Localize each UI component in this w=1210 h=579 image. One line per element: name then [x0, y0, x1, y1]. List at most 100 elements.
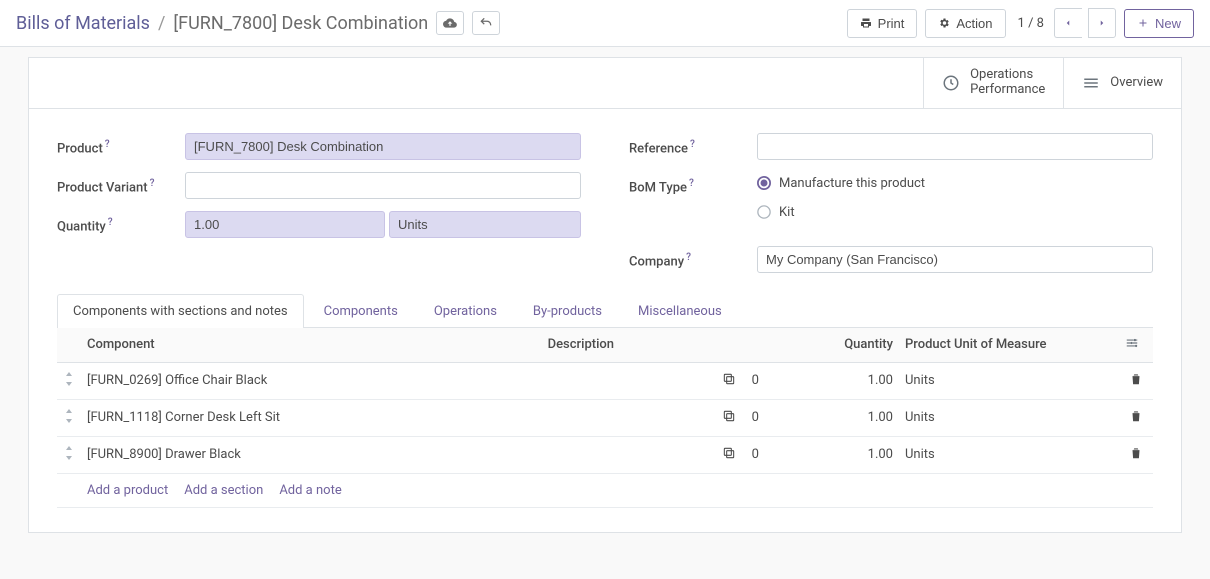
pager-count[interactable]: 1 / 8 [1014, 16, 1048, 31]
help-icon[interactable]: ? [686, 252, 691, 263]
product-input[interactable] [185, 133, 581, 160]
qty-cell[interactable]: 1.00 [789, 436, 899, 473]
add-note-link[interactable]: Add a note [279, 483, 341, 498]
product-variant-input[interactable] [185, 172, 581, 199]
description-cell[interactable] [542, 436, 712, 473]
quantity-label: Quantity? [57, 211, 185, 234]
tab-operations[interactable]: Operations [418, 294, 513, 328]
delete-row-button[interactable] [1119, 399, 1153, 436]
col-quantity[interactable]: Quantity [789, 328, 899, 363]
breadcrumb-root[interactable]: Bills of Materials [16, 13, 150, 34]
radio-unselected-icon [757, 205, 771, 219]
discard-button[interactable] [472, 11, 500, 35]
plus-icon [1137, 17, 1149, 29]
pager-total: 8 [1037, 16, 1044, 31]
add-section-link[interactable]: Add a section [184, 483, 263, 498]
clock-icon [942, 74, 960, 92]
tab-bar: Components with sections and notes Compo… [57, 293, 1153, 328]
quantity-unit-input[interactable] [389, 211, 581, 238]
tab-components-sections[interactable]: Components with sections and notes [57, 294, 304, 328]
print-label: Print [878, 16, 905, 31]
bom-type-option-label: Manufacture this product [779, 176, 925, 191]
stat-overview-label: Overview [1110, 75, 1163, 90]
action-label: Action [956, 16, 992, 31]
reference-label: Reference? [629, 133, 757, 156]
bom-type-manufacture-radio[interactable]: Manufacture this product [757, 176, 925, 191]
bom-type-label: BoM Type? [629, 172, 757, 195]
component-cell[interactable]: [FURN_8900] Drawer Black [81, 436, 542, 473]
description-cell[interactable] [542, 362, 712, 399]
open-form-button[interactable] [712, 362, 746, 399]
topbar-right: Print Action 1 / 8 New [847, 8, 1194, 38]
table-row[interactable]: [FURN_8900] Drawer Black 01.00Units [57, 436, 1153, 473]
delete-row-button[interactable] [1119, 362, 1153, 399]
stat-buttons: Operations Performance Overview [29, 58, 1181, 109]
radio-selected-icon [757, 176, 771, 190]
pager-current: 1 [1018, 16, 1025, 31]
operations-performance-button[interactable]: Operations Performance [923, 58, 1063, 108]
help-icon[interactable]: ? [105, 139, 110, 150]
reference-input[interactable] [757, 133, 1153, 160]
uom-cell[interactable]: Units [899, 362, 1119, 399]
drag-handle-icon[interactable] [57, 436, 81, 473]
bom-type-option-label: Kit [779, 205, 795, 220]
pager: 1 / 8 [1014, 8, 1116, 38]
company-label: Company? [629, 246, 757, 269]
uom-cell[interactable]: Units [899, 436, 1119, 473]
control-panel: Bills of Materials / [FURN_7800] Desk Co… [0, 0, 1210, 47]
stat-ops-line1: Operations [970, 68, 1045, 83]
tab-byproducts[interactable]: By-products [517, 294, 618, 328]
delete-row-button[interactable] [1119, 436, 1153, 473]
drag-handle-icon[interactable] [57, 362, 81, 399]
gear-icon [938, 17, 950, 29]
col-uom[interactable]: Product Unit of Measure [899, 328, 1119, 363]
components-table: Component Description Quantity Product U… [57, 328, 1153, 508]
open-form-button[interactable] [712, 436, 746, 473]
company-input[interactable] [757, 246, 1153, 273]
desc-value-cell[interactable]: 0 [746, 362, 789, 399]
product-label: Product? [57, 133, 185, 156]
breadcrumb-separator: / [158, 13, 165, 34]
uom-cell[interactable]: Units [899, 399, 1119, 436]
tab-components[interactable]: Components [308, 294, 414, 328]
table-row[interactable]: [FURN_0269] Office Chair Black 01.00Units [57, 362, 1153, 399]
chevron-left-icon [1063, 18, 1073, 28]
action-button[interactable]: Action [925, 9, 1005, 38]
form-sheet: Operations Performance Overview Product? [28, 57, 1182, 533]
quantity-input[interactable] [185, 211, 385, 238]
description-cell[interactable] [542, 399, 712, 436]
cloud-save-button[interactable] [436, 11, 464, 35]
overview-button[interactable]: Overview [1063, 58, 1181, 108]
qty-cell[interactable]: 1.00 [789, 362, 899, 399]
col-options[interactable] [1119, 328, 1153, 363]
help-icon[interactable]: ? [689, 178, 694, 189]
bom-type-kit-radio[interactable]: Kit [757, 205, 925, 220]
component-cell[interactable]: [FURN_0269] Office Chair Black [81, 362, 542, 399]
variant-label: Product Variant? [57, 172, 185, 195]
help-icon[interactable]: ? [690, 139, 695, 150]
undo-icon [479, 16, 493, 30]
print-button[interactable]: Print [847, 9, 918, 38]
breadcrumb: Bills of Materials / [FURN_7800] Desk Co… [16, 11, 500, 35]
tab-misc[interactable]: Miscellaneous [622, 294, 738, 328]
new-button[interactable]: New [1124, 9, 1194, 38]
pager-prev-button[interactable] [1054, 8, 1082, 38]
add-product-link[interactable]: Add a product [87, 483, 168, 498]
help-icon[interactable]: ? [108, 217, 113, 228]
help-icon[interactable]: ? [150, 178, 155, 189]
new-label: New [1155, 16, 1181, 31]
col-component[interactable]: Component [81, 328, 542, 363]
open-form-button[interactable] [712, 399, 746, 436]
pager-next-button[interactable] [1088, 8, 1116, 38]
chevron-right-icon [1097, 18, 1107, 28]
qty-cell[interactable]: 1.00 [789, 399, 899, 436]
stat-ops-line2: Performance [970, 83, 1045, 98]
desc-value-cell[interactable]: 0 [746, 399, 789, 436]
desc-value-cell[interactable]: 0 [746, 436, 789, 473]
pager-sep: / [1028, 16, 1037, 31]
table-row[interactable]: [FURN_1118] Corner Desk Left Sit 01.00Uni… [57, 399, 1153, 436]
component-cell[interactable]: [FURN_1118] Corner Desk Left Sit [81, 399, 542, 436]
bars-icon [1082, 74, 1100, 92]
drag-handle-icon[interactable] [57, 399, 81, 436]
col-description[interactable]: Description [542, 328, 712, 363]
